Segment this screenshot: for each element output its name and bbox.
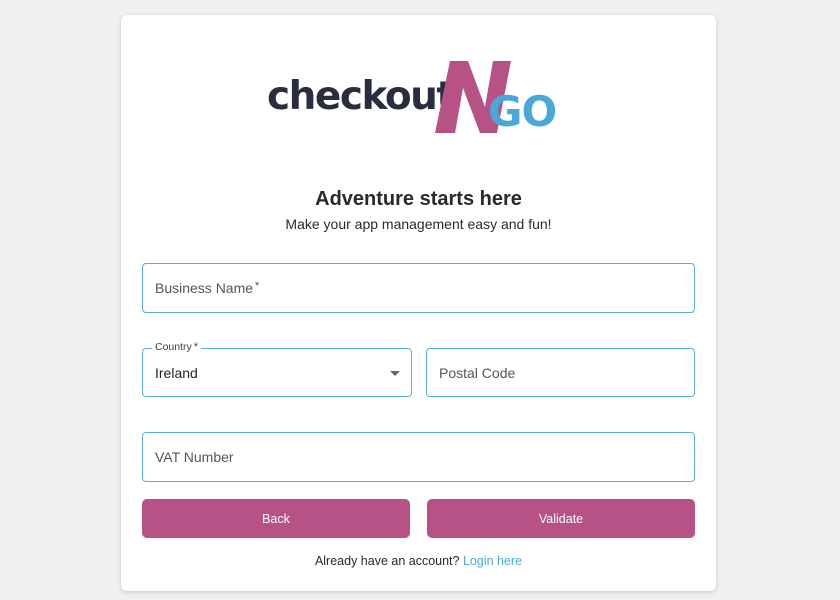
chevron-down-icon[interactable] bbox=[390, 371, 400, 376]
postal-code-field[interactable]: Postal Code bbox=[426, 348, 695, 397]
required-mark: * bbox=[255, 280, 260, 292]
business-name-placeholder: Business Name * bbox=[155, 280, 260, 296]
validate-button[interactable]: Validate bbox=[427, 499, 695, 538]
business-name-field[interactable]: Business Name * bbox=[142, 263, 695, 313]
logo-word-go: GO bbox=[488, 87, 557, 136]
login-prompt: Already have an account? Login here bbox=[121, 554, 716, 568]
page-subtitle: Make your app management easy and fun! bbox=[285, 216, 552, 232]
country-label: Country * bbox=[152, 341, 202, 353]
page-title: Adventure starts here bbox=[315, 188, 522, 210]
country-select[interactable]: Country * Ireland bbox=[142, 341, 412, 397]
required-mark: * bbox=[193, 341, 199, 353]
vat-number-placeholder: VAT Number bbox=[155, 449, 234, 465]
checkoutngo-logo: checkout GO bbox=[267, 61, 569, 135]
login-link[interactable]: Login here bbox=[463, 554, 522, 568]
vat-number-field[interactable]: VAT Number bbox=[142, 432, 695, 482]
postal-code-placeholder: Postal Code bbox=[439, 364, 516, 381]
country-value: Ireland bbox=[155, 364, 198, 381]
login-prompt-text: Already have an account? bbox=[314, 554, 460, 568]
logo-word-checkout: checkout bbox=[267, 74, 455, 119]
signup-card: checkout GO Adventure starts here Make y… bbox=[121, 15, 716, 591]
back-button[interactable]: Back bbox=[142, 499, 410, 538]
